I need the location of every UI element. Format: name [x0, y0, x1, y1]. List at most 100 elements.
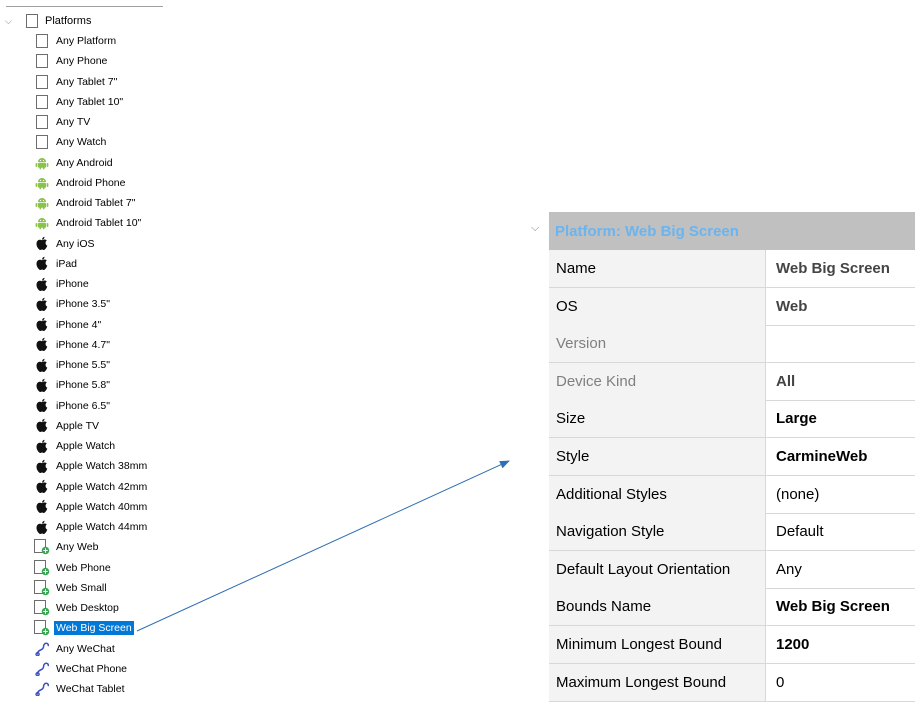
- tree-item-label: iPhone 4.7": [56, 338, 110, 351]
- tree-item[interactable]: iPad: [34, 254, 79, 274]
- chevron-down-icon[interactable]: ⌵: [531, 222, 539, 235]
- property-row[interactable]: Style CarmineWeb: [549, 438, 915, 476]
- tree-item-label: Android Phone: [56, 176, 126, 189]
- tree-item[interactable]: Any Watch: [34, 132, 108, 152]
- tree-item[interactable]: Any Phone: [34, 51, 109, 71]
- tree-item-label: Apple Watch: [56, 440, 116, 452]
- property-row[interactable]: Name Web Big Screen: [549, 250, 915, 288]
- tree-item[interactable]: iPhone: [34, 274, 91, 294]
- tree-item[interactable]: Any Tablet 7": [34, 72, 119, 92]
- tree-item-label: Web Phone: [56, 561, 111, 574]
- property-value-cell[interactable]: Web Big Screen: [766, 588, 915, 625]
- tree-item[interactable]: Apple Watch 44mm: [34, 517, 149, 537]
- property-value-cell[interactable]: Web: [766, 288, 915, 325]
- tree-item[interactable]: Apple Watch 38mm: [34, 456, 149, 476]
- property-value-cell[interactable]: Any: [766, 551, 915, 588]
- property-name: Minimum Longest Bound: [556, 636, 722, 653]
- property-row[interactable]: Minimum Longest Bound 1200: [549, 626, 915, 664]
- property-row[interactable]: Additional Styles (none): [549, 475, 915, 514]
- chevron-down-icon[interactable]: ⌵: [5, 16, 15, 27]
- property-name-cell: Bounds Name: [549, 588, 766, 626]
- tree-item-label: Any TV: [56, 116, 91, 128]
- tree-item[interactable]: Any WeChat: [34, 639, 117, 659]
- tree-item[interactable]: Apple Watch 40mm: [34, 497, 149, 517]
- device-outline-icon: [34, 134, 50, 150]
- property-row[interactable]: Navigation Style Default: [549, 513, 915, 552]
- tree-item[interactable]: Web Small: [34, 578, 109, 598]
- tree-item[interactable]: Web Phone: [34, 558, 113, 578]
- property-row[interactable]: Default Layout Orientation Any: [549, 550, 915, 589]
- property-value-cell[interactable]: 1200: [766, 626, 915, 663]
- property-row[interactable]: OS Web: [549, 287, 915, 326]
- property-row[interactable]: Version: [549, 325, 915, 364]
- tree-item[interactable]: iPhone 3.5": [34, 294, 112, 314]
- tree-item[interactable]: iPhone 6.5": [34, 396, 112, 416]
- tree-item[interactable]: Apple TV: [34, 416, 101, 436]
- apple-icon: [34, 438, 50, 454]
- tree-item-label: iPhone: [56, 278, 89, 290]
- tree-item[interactable]: Any Android: [34, 153, 115, 173]
- wechat-icon: [34, 681, 50, 697]
- tree-item-label: Android Tablet 10": [56, 217, 142, 230]
- tree-top-divider: [6, 6, 163, 7]
- property-name-cell: Size: [549, 400, 766, 438]
- property-value: Default: [776, 523, 824, 541]
- property-name: Size: [556, 410, 586, 428]
- tree-item[interactable]: Any Platform: [34, 31, 118, 51]
- property-value-cell[interactable]: (none): [766, 476, 915, 513]
- tree-item[interactable]: Any TV: [34, 112, 92, 132]
- property-name-cell: OS: [549, 287, 766, 325]
- tree-item-label: Any Tablet 10": [56, 95, 124, 108]
- property-value-cell[interactable]: 0: [766, 664, 915, 701]
- tree-item[interactable]: iPhone 4.7": [34, 335, 112, 355]
- tree-item[interactable]: iPhone 5.8": [34, 375, 112, 395]
- property-name: Maximum Longest Bound: [556, 673, 727, 691]
- tree-item[interactable]: Any iOS: [34, 234, 97, 254]
- tree-item-label: Web Small: [56, 581, 107, 594]
- tree-item[interactable]: Web Desktop: [34, 598, 121, 618]
- property-name: Navigation Style: [556, 523, 665, 541]
- apple-icon: [34, 479, 50, 495]
- property-row[interactable]: Bounds Name Web Big Screen: [549, 588, 915, 627]
- tree-item[interactable]: WeChat Tablet: [34, 679, 127, 699]
- property-name: Style: [556, 448, 590, 465]
- property-value-cell[interactable]: Web Big Screen: [766, 250, 915, 287]
- inspector-header[interactable]: ⌵ Platform: Web Big Screen: [527, 212, 915, 250]
- property-value-cell[interactable]: [766, 325, 915, 362]
- tree-item[interactable]: Android Tablet 7": [34, 193, 137, 213]
- tree-item[interactable]: Android Tablet 10": [34, 213, 143, 233]
- tree-item[interactable]: iPhone 4": [34, 315, 103, 335]
- tree-item[interactable]: WeChat Phone: [34, 659, 129, 679]
- property-value: Web: [776, 297, 808, 315]
- tree-item-label: Apple Watch 38mm: [56, 460, 148, 473]
- property-name: Version: [556, 335, 607, 353]
- property-name-cell: Maximum Longest Bound: [549, 663, 766, 701]
- tree-item[interactable]: Apple Watch 42mm: [34, 477, 149, 497]
- property-row[interactable]: Maximum Longest Bound 0: [549, 663, 915, 702]
- property-row[interactable]: Size Large: [549, 400, 915, 439]
- apple-icon: [34, 256, 50, 272]
- property-row[interactable]: Device Kind All: [549, 362, 915, 401]
- property-name: Device Kind: [556, 372, 637, 390]
- tree-item[interactable]: Android Phone: [34, 173, 127, 193]
- tree-item[interactable]: Apple Watch: [34, 436, 117, 456]
- property-value-cell[interactable]: Default: [766, 513, 915, 550]
- tree-item[interactable]: Any Web: [34, 537, 100, 557]
- tree-item[interactable]: iPhone 5.5": [34, 355, 112, 375]
- property-value-cell[interactable]: All: [766, 363, 915, 400]
- tree-item-label: Apple Watch 42mm: [56, 480, 148, 493]
- tree-item-label: Apple Watch 40mm: [56, 500, 148, 513]
- property-name: Additional Styles: [556, 485, 667, 503]
- tree-root-platforms[interactable]: ⌵ Platforms: [0, 11, 91, 31]
- tree-item-label: Web Desktop: [56, 602, 119, 614]
- device-outline-icon: [34, 53, 50, 69]
- property-value: 1200: [776, 636, 810, 653]
- property-value-cell[interactable]: CarmineWeb: [766, 438, 915, 475]
- web-device-icon: [34, 600, 50, 616]
- property-value: All: [776, 372, 796, 390]
- tree-item[interactable]: Web Big Screen: [34, 618, 134, 638]
- tree-item[interactable]: Any Tablet 10": [34, 92, 125, 112]
- property-value-cell[interactable]: Large: [766, 400, 915, 437]
- tree-item-label: Any Web: [56, 541, 99, 554]
- tree-item-label: Apple TV: [56, 419, 99, 432]
